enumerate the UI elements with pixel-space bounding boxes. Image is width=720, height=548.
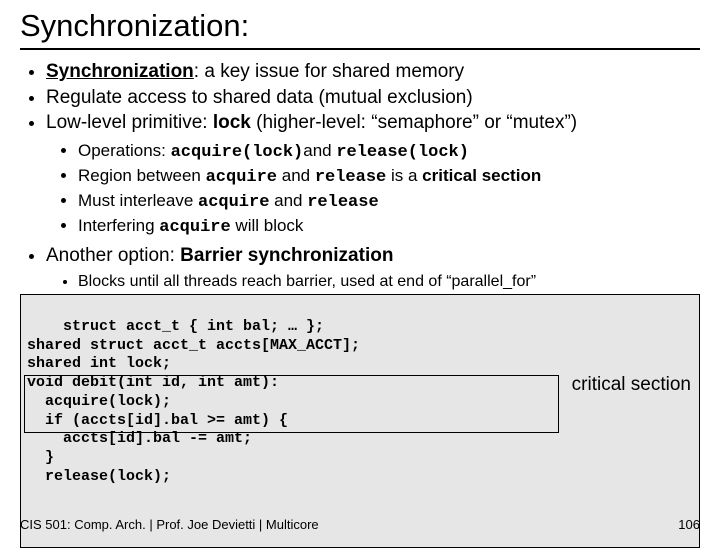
bullet-3-lock: lock	[213, 112, 251, 133]
bullet-3-pre: Low-level primitive:	[46, 112, 213, 133]
sub-bullet-list-2: Blocks until all threads reach barrier, …	[46, 271, 700, 293]
sub-1-b: acquire(lock)	[171, 143, 304, 162]
sub-5: Blocks until all threads reach barrier, …	[78, 271, 700, 293]
sub-2-f: critical section	[422, 166, 541, 185]
sub-2-a: Region between	[78, 166, 206, 185]
sub-4: Interfering acquire will block	[78, 215, 700, 240]
bullet-4-a: Another option:	[46, 245, 180, 266]
bullet-1-rest: : a key issue for shared memory	[194, 61, 464, 82]
sub-3-b: acquire	[198, 193, 269, 212]
sub-4-b: acquire	[159, 218, 230, 237]
sub-1-d: release(lock)	[336, 143, 469, 162]
sub-3-c: and	[269, 191, 307, 210]
code-block: struct acct_t { int bal; … }; shared str…	[20, 294, 700, 548]
sub-2: Region between acquire and release is a …	[78, 165, 700, 190]
title-underline	[20, 48, 700, 50]
sub-2-c: and	[277, 166, 315, 185]
sub-2-d: release	[315, 168, 386, 187]
bullet-1: Synchronization: a key issue for shared …	[46, 60, 700, 85]
footer-left: CIS 501: Comp. Arch. | Prof. Joe Deviett…	[20, 517, 319, 532]
sub-3: Must interleave acquire and release	[78, 190, 700, 215]
critical-section-label: critical section	[572, 373, 691, 397]
bullet-2: Regulate access to shared data (mutual e…	[46, 86, 700, 111]
bullet-4: Another option: Barrier synchronization …	[46, 244, 700, 292]
footer: CIS 501: Comp. Arch. | Prof. Joe Deviett…	[20, 517, 700, 532]
slide-title: Synchronization:	[20, 8, 700, 44]
bullet-list: Synchronization: a key issue for shared …	[20, 60, 700, 292]
sub-2-b: acquire	[206, 168, 277, 187]
sub-bullet-list-1: Operations: acquire(lock)and release(loc…	[46, 140, 700, 240]
sub-3-d: release	[307, 193, 378, 212]
sub-4-a: Interfering	[78, 216, 159, 235]
bullet-3: Low-level primitive: lock (higher-level:…	[46, 111, 700, 239]
sub-1: Operations: acquire(lock)and release(loc…	[78, 140, 700, 165]
code-text: struct acct_t { int bal; … }; shared str…	[27, 318, 360, 485]
sub-3-a: Must interleave	[78, 191, 198, 210]
sub-4-c: will block	[231, 216, 304, 235]
bullet-4-b: Barrier synchronization	[180, 245, 393, 266]
sub-1-c: and	[303, 141, 336, 160]
page-number: 106	[678, 517, 700, 532]
sub-1-a: Operations:	[78, 141, 171, 160]
bullet-1-term: Synchronization	[46, 61, 194, 82]
sub-2-e: is a	[386, 166, 422, 185]
bullet-3-post: (higher-level: “semaphore” or “mutex”)	[251, 112, 577, 133]
